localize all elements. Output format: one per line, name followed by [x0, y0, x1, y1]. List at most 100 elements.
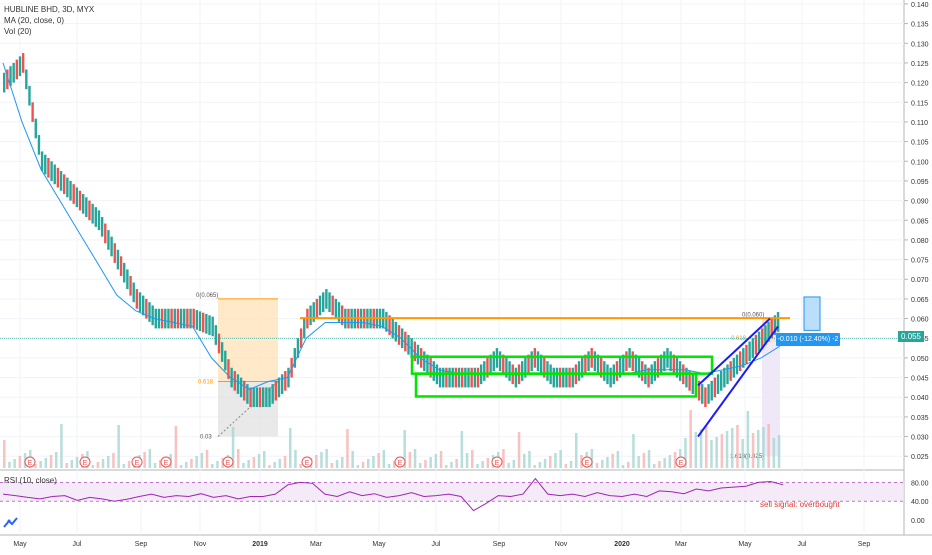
price-candle — [284, 371, 287, 391]
volume-bar — [465, 453, 469, 468]
volume-bar — [174, 426, 178, 468]
volume-bar — [122, 464, 126, 468]
price-candle — [129, 275, 132, 296]
price-tick-label: 0.135 — [911, 22, 929, 29]
volume-bar — [315, 455, 318, 468]
price-tick-label: 0.035 — [911, 415, 929, 422]
volume-bar — [694, 432, 698, 468]
time-tick-label: May — [738, 541, 752, 548]
volume-bar — [211, 464, 214, 468]
price-candle — [707, 384, 710, 404]
price-candle — [685, 367, 688, 388]
price-tick-label: 0.075 — [911, 258, 929, 265]
price-tick-label: 0.045 — [911, 376, 929, 383]
legend-symbol[interactable]: HUBLINE BHD, 3D, MYX — [4, 4, 94, 15]
rsi-tick-label: 0.00 — [911, 518, 925, 525]
volume-bar — [351, 451, 354, 468]
volume-bar — [13, 459, 16, 468]
time-tick-label: Jul — [432, 541, 441, 548]
volume-bar — [434, 454, 438, 468]
fib-label-top: 0(0.065) — [196, 293, 218, 299]
price-candle — [476, 367, 480, 388]
volume-bar — [346, 429, 349, 468]
price-tick-label: 0.140 — [911, 2, 929, 9]
price-candle — [78, 190, 82, 211]
price-candle — [647, 367, 650, 388]
price-candle — [148, 302, 151, 322]
price-candle — [274, 380, 278, 401]
event-marker-label: E — [679, 460, 684, 467]
volume-bar — [8, 462, 11, 468]
price-candle — [735, 354, 739, 375]
price-candle — [47, 157, 50, 178]
price-candle — [631, 351, 634, 372]
price-tick-label: 0.070 — [911, 277, 929, 284]
sell-signal-label: sell signal: overbought — [760, 500, 840, 509]
volume-bar — [190, 459, 193, 468]
price-candle — [723, 367, 726, 388]
price-tick-label: 0.115 — [911, 100, 928, 107]
price-candle — [173, 308, 176, 329]
legend-ma[interactable]: MA (20, close, 0) — [4, 15, 94, 26]
tradingview-logo-icon[interactable] — [3, 516, 19, 528]
price-candle — [303, 318, 306, 339]
price-candle — [558, 367, 562, 388]
time-tick-label: Jul — [798, 541, 807, 548]
price-candle — [255, 387, 259, 408]
volume-bar — [637, 456, 640, 468]
price-candle — [568, 367, 571, 388]
volume-bar — [751, 433, 755, 468]
price-candle — [135, 289, 139, 309]
volume-bar — [148, 449, 152, 468]
price-candle — [565, 367, 568, 388]
event-marker-label: E — [164, 460, 169, 467]
price-candle — [59, 171, 63, 191]
volume-bar — [528, 451, 531, 468]
price-candle — [271, 384, 274, 404]
volume-bar — [330, 463, 334, 468]
event-marker-label: E — [226, 460, 231, 467]
volume-bar — [564, 464, 568, 468]
price-tick-label: 0.030 — [911, 435, 929, 442]
time-tick-label: Mar — [675, 541, 688, 548]
price-candle — [678, 361, 682, 381]
time-tick-label: Nov — [194, 541, 207, 548]
price-candle — [91, 203, 94, 224]
rsi-tick-label: 80.00 — [911, 480, 929, 487]
volume-bar — [621, 465, 625, 468]
price-candle — [508, 361, 511, 381]
price-tick-label: 0.080 — [911, 238, 929, 245]
price-candle — [713, 377, 717, 398]
rsi-band — [0, 482, 904, 502]
measure-box — [803, 296, 821, 331]
event-marker-label: E — [28, 460, 33, 467]
chart-canvas: 0.140 0.135 0.130 0.125 0.120 0.115 0.110 0.105… — [0, 0, 932, 550]
price-candle — [119, 256, 123, 276]
fib-zone-upper — [218, 298, 278, 382]
volume-bar — [361, 462, 365, 468]
volume-bar — [757, 430, 760, 468]
price-candle — [25, 69, 28, 90]
price-tick-label: 0.090 — [911, 199, 929, 206]
volume-bar — [601, 460, 604, 468]
volume-bar — [767, 424, 770, 468]
price-candle — [726, 364, 729, 385]
volume-bar — [538, 462, 542, 468]
price-candle — [75, 187, 79, 208]
measure-badge: -0.010 (-12.40%) -2 — [776, 333, 840, 346]
price-candle — [315, 298, 319, 319]
rsi-legend[interactable]: RSI (10, close) — [4, 476, 57, 485]
volume-bar — [413, 449, 417, 468]
event-marker-label: E — [305, 460, 310, 467]
price-tick-label: 0.085 — [911, 218, 929, 225]
event-marker-label: E — [83, 460, 88, 467]
price-candle — [217, 333, 221, 354]
price-candle — [50, 161, 53, 181]
volume-bar — [60, 424, 63, 468]
price-candle — [56, 167, 60, 188]
price-candle — [653, 361, 657, 381]
time-tick-label: May — [13, 541, 27, 548]
price-candle — [208, 315, 211, 335]
legend-vol[interactable]: Vol (20) — [4, 26, 94, 37]
price-candle — [322, 292, 325, 313]
